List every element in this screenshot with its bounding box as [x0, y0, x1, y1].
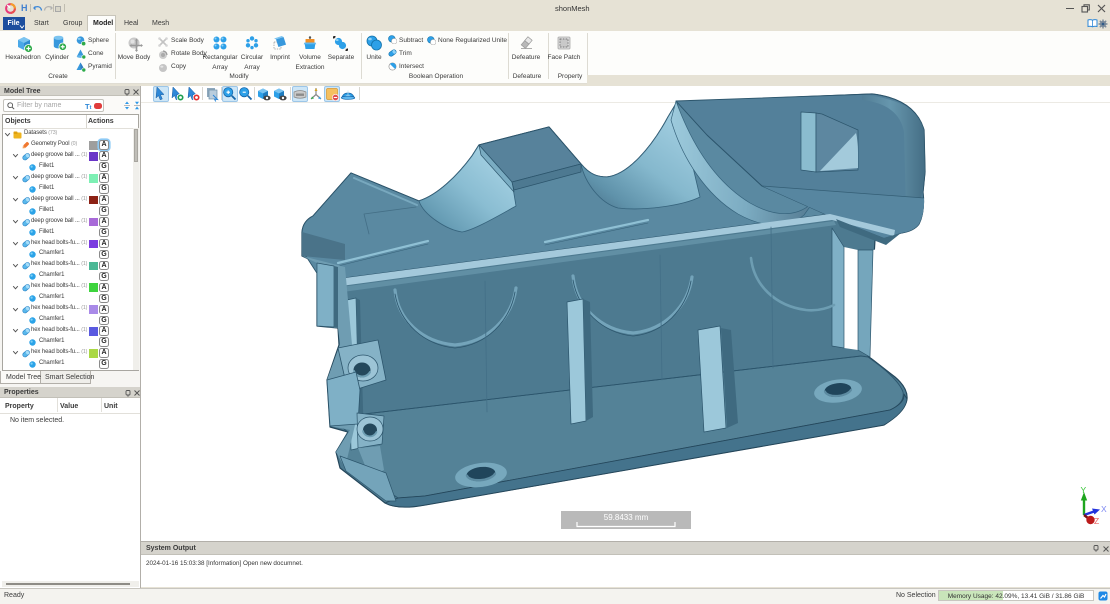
- svg-text:X: X: [1101, 504, 1107, 514]
- svg-text:Z: Z: [1094, 516, 1099, 526]
- svg-text:Y: Y: [1081, 485, 1087, 495]
